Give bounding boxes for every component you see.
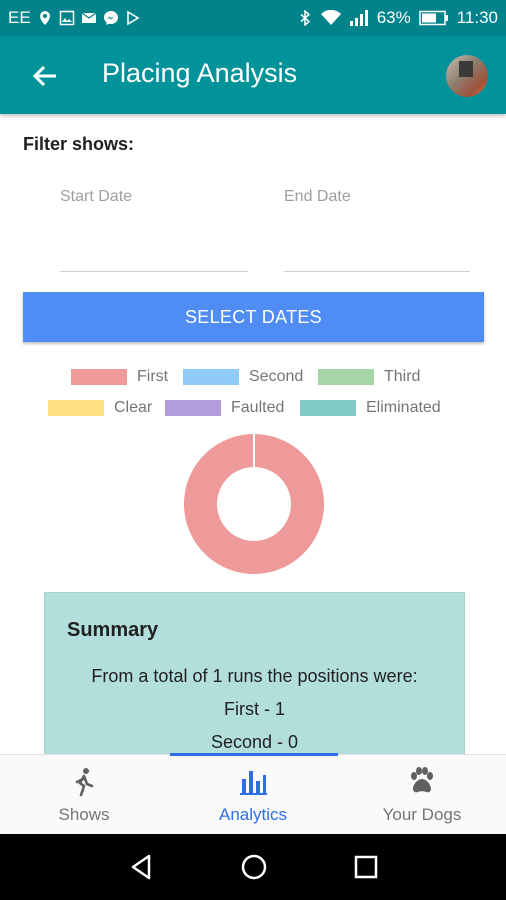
end-date-field[interactable]: End Date — [284, 184, 470, 272]
clock: 11:30 — [456, 8, 498, 27]
select-dates-button[interactable]: SELECT DATES — [23, 292, 484, 342]
arrow-left-icon[interactable] — [30, 61, 60, 91]
system-back-icon[interactable] — [127, 852, 157, 882]
legend-item-second: Second — [183, 368, 303, 386]
legend-swatch-faulted — [165, 400, 221, 416]
location-icon — [39, 11, 50, 25]
filter-label: Filter shows: — [23, 134, 135, 154]
bottom-navigation: Shows Analytics Your Dogs — [0, 753, 506, 835]
summary-line-first: First - 1 — [224, 699, 285, 719]
legend-item-faulted: Faulted — [165, 399, 284, 417]
legend-item-eliminated: Eliminated — [300, 399, 441, 417]
bluetooth-icon — [300, 10, 310, 26]
status-bar: EE 63% 11:30 — [0, 0, 506, 36]
nav-label-analytics: Analytics — [218, 805, 288, 824]
system-navigation-bar — [0, 834, 506, 900]
legend-item-clear: Clear — [48, 399, 152, 417]
system-recents-icon[interactable] — [351, 852, 381, 882]
wifi-icon — [320, 10, 341, 25]
legend-swatch-third — [318, 369, 374, 385]
signal-icon — [349, 10, 368, 26]
nav-tab-your-dogs[interactable]: Your Dogs — [338, 755, 506, 835]
legend-swatch-clear — [48, 400, 104, 416]
status-right: 63% 11:30 — [297, 8, 498, 28]
summary-title: Summary — [67, 619, 159, 641]
legend-label-second: Second — [249, 368, 304, 385]
play-store-icon — [126, 10, 140, 26]
start-date-underline — [60, 271, 248, 272]
legend-swatch-second — [183, 369, 239, 385]
nav-tab-shows[interactable]: Shows — [0, 755, 168, 835]
nav-label-shows: Shows — [58, 805, 110, 824]
legend-item-third: Third — [318, 368, 420, 386]
battery-icon — [418, 10, 448, 26]
legend-swatch-eliminated — [300, 400, 356, 416]
mail-icon — [81, 12, 97, 23]
legend-label-third: Third — [384, 368, 421, 385]
carrier-label: EE — [8, 8, 31, 27]
start-date-field[interactable]: Start Date — [60, 184, 248, 272]
walking-person-icon — [75, 768, 94, 797]
legend-swatch-first — [71, 369, 127, 385]
summary-intro: From a total of 1 runs the positions wer… — [91, 666, 418, 686]
status-left: EE — [8, 8, 141, 28]
main-content: Filter shows: Start Date End Date SELECT… — [0, 114, 506, 754]
legend-label-faulted: Faulted — [231, 399, 285, 416]
end-date-label: End Date — [284, 188, 351, 205]
summary-line-second: Second - 0 — [210, 732, 299, 752]
gallery-icon — [59, 10, 74, 26]
app-bar: Placing Analysis — [0, 36, 506, 114]
messenger-icon — [103, 11, 118, 25]
legend-label-first: First — [137, 368, 169, 385]
avatar-photo-detail — [459, 61, 473, 77]
avatar[interactable] — [446, 55, 488, 97]
summary-card: Summary From a total of 1 runs the posit… — [44, 592, 465, 754]
bar-chart-icon — [240, 771, 267, 795]
page-title: Placing Analysis — [102, 58, 298, 88]
battery-percent: 63% — [376, 8, 411, 27]
start-date-label: Start Date — [60, 188, 133, 205]
legend-item-first: First — [71, 368, 168, 386]
nav-label-your-dogs: Your Dogs — [382, 805, 462, 824]
legend-label-clear: Clear — [114, 399, 153, 416]
end-date-underline — [284, 271, 470, 272]
placing-donut-chart — [184, 434, 324, 574]
system-home-icon[interactable] — [239, 852, 269, 882]
paw-icon — [411, 767, 433, 793]
legend-label-eliminated: Eliminated — [366, 399, 441, 416]
nav-tab-analytics[interactable]: Analytics — [169, 755, 337, 835]
